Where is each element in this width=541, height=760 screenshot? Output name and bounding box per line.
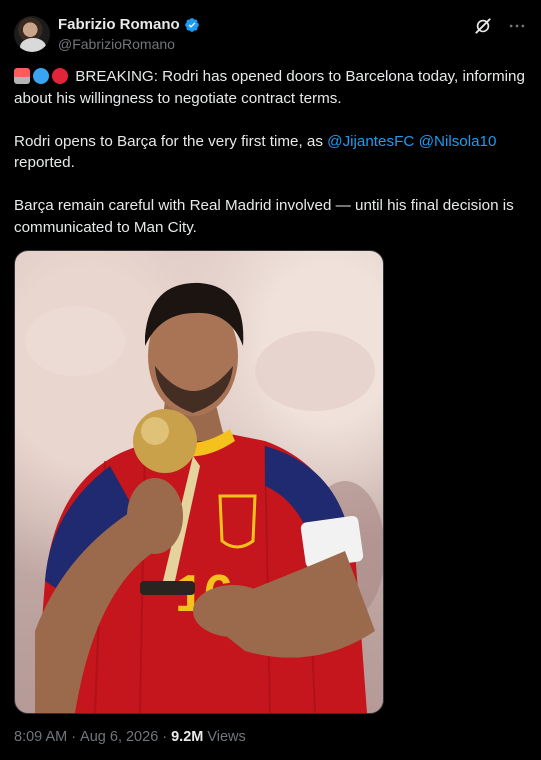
grok-icon[interactable] <box>473 16 493 36</box>
tweet-photo[interactable]: 16 <box>14 250 384 714</box>
author-handle[interactable]: @FabrizioRomano <box>58 36 200 52</box>
verified-badge-icon <box>184 17 200 33</box>
photo-image: 16 <box>15 251 383 713</box>
avatar[interactable] <box>14 16 50 52</box>
breaking-text: BREAKING: Rodri has opened doors to Barc… <box>14 68 525 107</box>
mention-jijantesfc[interactable]: @JijantesFC <box>327 133 414 150</box>
tweet-paragraph-1: BREAKING: Rodri has opened doors to Barc… <box>14 66 529 109</box>
tweet-paragraph-2: Rodri opens to Barça for the very first … <box>14 131 529 174</box>
mention-nilsola10[interactable]: @Nilsola10 <box>419 133 497 150</box>
para2-suffix: reported. <box>14 154 75 171</box>
meta-separator-2: · <box>162 729 168 745</box>
header-actions <box>473 16 527 36</box>
tweet-header: Fabrizio Romano @FabrizioRomano <box>14 14 527 54</box>
tweet-time[interactable]: 8:09 AM <box>14 729 67 745</box>
blue-circle-icon <box>33 68 49 84</box>
more-icon[interactable] <box>507 16 527 36</box>
meta-separator: · <box>71 729 77 745</box>
tweet: Fabrizio Romano @FabrizioRomano BREAKING… <box>0 0 541 760</box>
author-name[interactable]: Fabrizio Romano <box>58 16 180 33</box>
tweet-paragraph-3: Barça remain careful with Real Madrid in… <box>14 197 514 236</box>
author-block: Fabrizio Romano @FabrizioRomano <box>58 16 200 52</box>
red-circle-icon <box>52 68 68 84</box>
tweet-meta: 8:09 AM · Aug 6, 2026 · 9.2M Views <box>14 729 246 745</box>
para2-prefix: Rodri opens to Barça for the very first … <box>14 132 328 150</box>
siren-icon <box>14 68 30 84</box>
views-label: Views <box>207 729 246 745</box>
views-count: 9.2M <box>171 729 204 745</box>
tweet-text: BREAKING: Rodri has opened doors to Barc… <box>14 66 529 238</box>
tweet-date[interactable]: Aug 6, 2026 <box>80 729 158 745</box>
